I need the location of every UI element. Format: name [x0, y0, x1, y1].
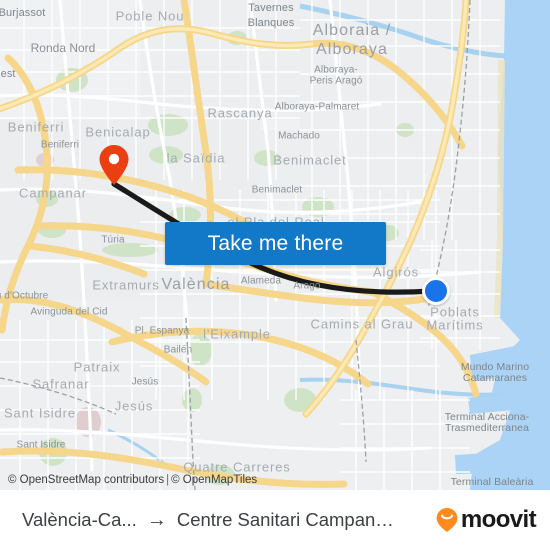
openmaptiles-attribution-link[interactable]: © OpenMapTiles [171, 474, 257, 486]
map-canvas[interactable]: Burjassot Poble Nou Tavernes Blanques Albora… [0, 0, 550, 490]
origin-pin[interactable] [98, 144, 130, 186]
attribution-separator: | [166, 474, 170, 486]
route-origin-label: València-Ca... [22, 509, 137, 530]
moovit-pin-icon [436, 508, 458, 532]
moovit-wordmark: moovit [460, 506, 537, 533]
route-destination-label: Centre Sanitari Campanar (antic Ho... [176, 509, 395, 530]
moovit-map-screen: Burjassot Poble Nou Tavernes Blanques Albora… [0, 0, 550, 550]
take-me-there-button[interactable]: Take me there [165, 222, 386, 265]
arrow-right-icon: → [146, 509, 167, 531]
footer-bar: València-Ca... → Centre Sanitari Campana… [0, 490, 550, 550]
moovit-logo[interactable]: moovit [435, 506, 537, 534]
destination-dot[interactable] [422, 277, 450, 305]
route-summary[interactable]: València-Ca... → Centre Sanitari Campana… [22, 509, 435, 531]
map-attribution: © OpenStreetMap contributors | © OpenMapTi… [8, 474, 257, 486]
osm-attribution-link[interactable]: © OpenStreetMap contributors [8, 474, 164, 486]
